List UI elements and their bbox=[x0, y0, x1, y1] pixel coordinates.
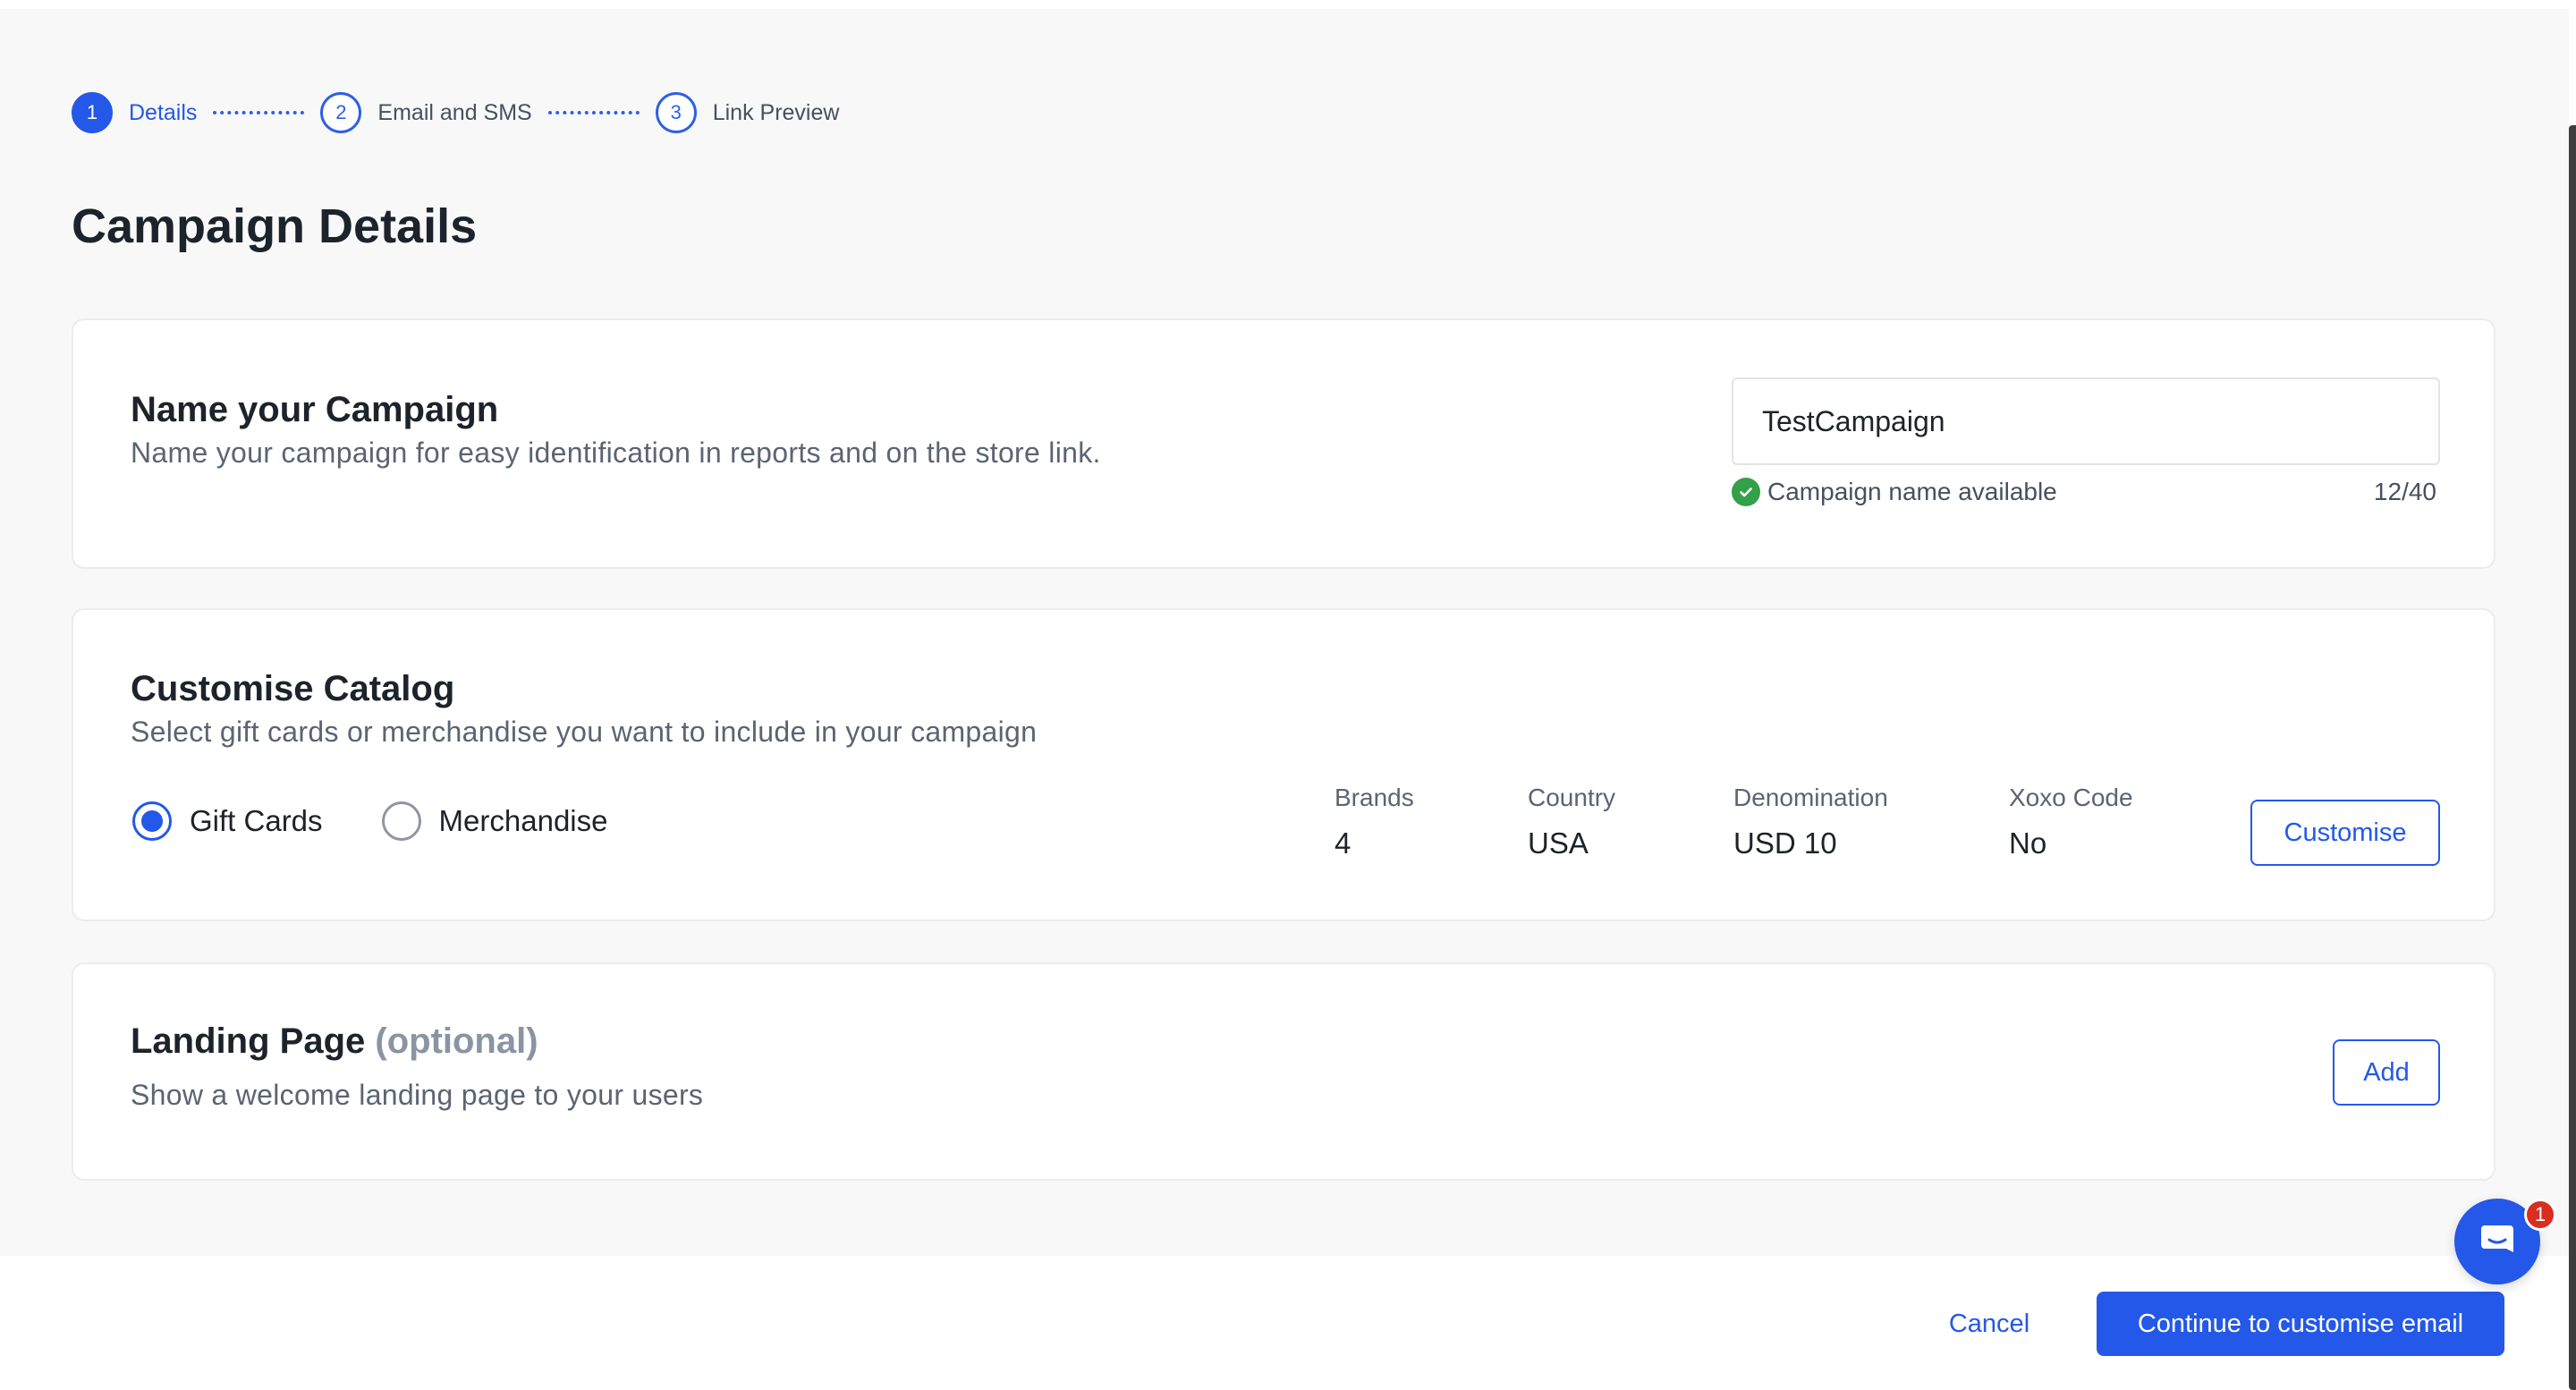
radio-merchandise[interactable]: Merchandise bbox=[381, 801, 608, 841]
step-link-preview[interactable]: 3 Link Preview bbox=[655, 92, 840, 133]
add-landing-page-button[interactable]: Add bbox=[2333, 1039, 2440, 1106]
radio-unchecked-icon[interactable] bbox=[381, 801, 421, 841]
stat-denomination: Denomination USD 10 bbox=[1733, 784, 1888, 860]
stat-value: 4 bbox=[1335, 826, 1352, 860]
radio-label: Merchandise bbox=[438, 804, 608, 837]
optional-tag: (optional) bbox=[375, 1021, 538, 1061]
stat-label: Xoxo Code bbox=[2009, 784, 2133, 811]
landing-page-card: Landing Page (optional) Show a welcome l… bbox=[72, 962, 2496, 1181]
card-subtitle: Select gift cards or merchandise you wan… bbox=[131, 716, 1038, 748]
page-background: 1 Details 2 Email and SMS 3 Link Preview… bbox=[0, 9, 2569, 1256]
radio-label: Gift Cards bbox=[190, 804, 323, 837]
customise-button[interactable]: Customise bbox=[2250, 800, 2440, 866]
stat-label: Denomination bbox=[1733, 784, 1888, 811]
step-number: 2 bbox=[320, 92, 362, 133]
continue-button[interactable]: Continue to customise email bbox=[2097, 1292, 2504, 1356]
scrollbar-thumb[interactable] bbox=[2569, 125, 2576, 1390]
radio-checked-icon[interactable] bbox=[132, 801, 172, 841]
availability-text: Campaign name available bbox=[1767, 478, 2057, 505]
card-subtitle: Show a welcome landing page to your user… bbox=[131, 1079, 704, 1111]
check-circle-icon bbox=[1732, 478, 1760, 506]
notification-badge: 1 bbox=[2524, 1199, 2556, 1231]
name-campaign-card: Name your Campaign Name your campaign fo… bbox=[72, 318, 2496, 569]
campaign-name-input[interactable] bbox=[1732, 377, 2440, 465]
character-count: 12/40 bbox=[2373, 478, 2436, 505]
step-label: Details bbox=[129, 99, 198, 125]
step-email-and-sms[interactable]: 2 Email and SMS bbox=[320, 92, 532, 133]
radio-gift-cards[interactable]: Gift Cards bbox=[132, 801, 323, 841]
chat-icon bbox=[2476, 1218, 2519, 1266]
card-title: Customise Catalog bbox=[131, 669, 455, 708]
card-title: Landing Page (optional) bbox=[131, 1021, 538, 1062]
stat-brands: Brands 4 bbox=[1335, 784, 1414, 860]
step-connector bbox=[213, 111, 305, 114]
step-number: 3 bbox=[655, 92, 697, 133]
cancel-button[interactable]: Cancel bbox=[1911, 1292, 2068, 1356]
stepper: 1 Details 2 Email and SMS 3 Link Preview bbox=[72, 92, 839, 133]
availability-status: Campaign name available bbox=[1732, 478, 2057, 506]
stat-value: USA bbox=[1528, 826, 1589, 860]
stat-xoxo-code: Xoxo Code No bbox=[2009, 784, 2133, 860]
step-details[interactable]: 1 Details bbox=[72, 92, 197, 133]
customise-catalog-card: Customise Catalog Select gift cards or m… bbox=[72, 608, 2496, 921]
step-label: Link Preview bbox=[712, 99, 840, 125]
stat-label: Country bbox=[1528, 784, 1616, 811]
stat-country: Country USA bbox=[1528, 784, 1615, 860]
catalog-type-radio-group: Gift Cards Merchandise bbox=[132, 801, 666, 841]
landing-page-title: Landing Page bbox=[131, 1021, 366, 1061]
scrollbar-track[interactable] bbox=[2569, 0, 2576, 1390]
stat-value: No bbox=[2009, 826, 2047, 860]
stat-value: USD 10 bbox=[1733, 826, 1837, 860]
page-title: Campaign Details bbox=[72, 199, 478, 253]
step-label: Email and SMS bbox=[377, 99, 532, 125]
step-connector bbox=[547, 111, 640, 114]
radio-dot bbox=[141, 810, 163, 832]
stat-label: Brands bbox=[1335, 784, 1414, 811]
card-subtitle: Name your campaign for easy identificati… bbox=[131, 436, 1101, 469]
step-number: 1 bbox=[72, 92, 113, 133]
card-title: Name your Campaign bbox=[131, 390, 499, 429]
